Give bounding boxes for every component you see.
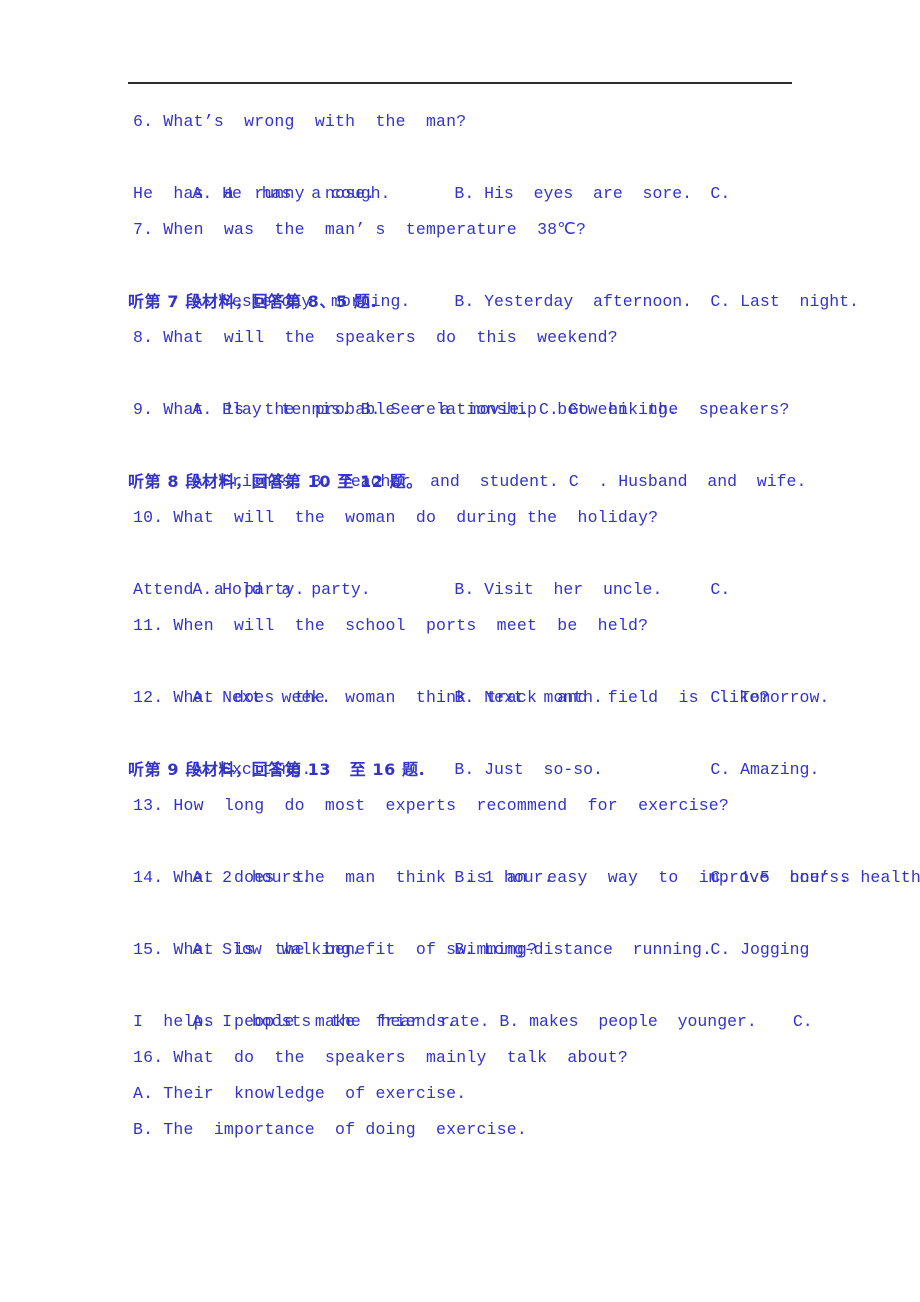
option-continuation: Attend a party.	[133, 580, 305, 599]
question-stem: 10. What will the woman do during the ho…	[133, 508, 659, 527]
question-stem: 11. When will the school ports meet be h…	[133, 616, 649, 635]
exam-page: 6. What’s wrong with the man? A. He has …	[0, 0, 920, 1302]
question-stem: 7. When was the man’ s temperature 38℃?	[133, 220, 587, 239]
option-continuation: I helps people make friends.	[133, 1012, 457, 1031]
option-continuation: He has a runny nose.	[133, 184, 376, 203]
section-heading-cn: 听第 9 段材料，回答第 13 至 16 题.	[128, 760, 426, 779]
question-list: 6. What’s wrong with the man? A. He has …	[0, 104, 920, 1148]
option-row: A. Play tennis. B. See a movie. C. Go hi…	[0, 356, 920, 419]
option-row: A. I boosts the hear rate. B. makes peop…	[0, 968, 920, 1031]
question-stem: 9. What is the probable relationship bet…	[133, 400, 790, 419]
section-heading-cn: 听第 8 段材料，回答第 10 至 12 题。	[128, 472, 423, 491]
question-stem: 14. What does the man think is an easy w…	[133, 868, 920, 887]
option-row: A. Yesterday morning. B. Yesterday aftern…	[0, 248, 920, 311]
question-stem: 8. What will the speakers do this weeken…	[133, 328, 618, 347]
question-stem: 12. What does the woman think track and …	[133, 688, 770, 707]
header-horizontal-rule	[128, 82, 792, 84]
option-row: A. Exciting. B. Just so-so. C. Amazing.	[0, 716, 920, 779]
question-stem: 16. What do the speakers mainly talk abo…	[133, 1048, 628, 1067]
question-stem: 15. What is the benefit of swimming?	[133, 940, 538, 959]
section-heading-cn: 听第 7 段材料，回答第 8、5 题.	[128, 292, 378, 311]
option-row: A. He has a cough. B. His eyes are sore. C…	[0, 140, 920, 203]
option-row: A. Slow walking. B. Long-distance running…	[0, 896, 920, 959]
option-row: A. 2 hours. B. 1 hour. C. 1.5 hours.	[0, 824, 920, 887]
option-a[interactable]: A. Their knowledge of exercise.	[0, 1076, 920, 1112]
question-stem: 13. How long do most experts recommend f…	[133, 796, 729, 815]
option-b[interactable]: B. The importance of doing exercise.	[0, 1112, 920, 1148]
question-stem: 6. What’s wrong with the man?	[133, 112, 467, 131]
option-row: A. Next week. B. Next month. C. Tomorrow.	[0, 644, 920, 707]
option-row: A. Hold a party. B. Visit her uncle. C.	[0, 536, 920, 599]
option-row: A. Friends. B. Teacher and student. C . …	[0, 428, 920, 491]
